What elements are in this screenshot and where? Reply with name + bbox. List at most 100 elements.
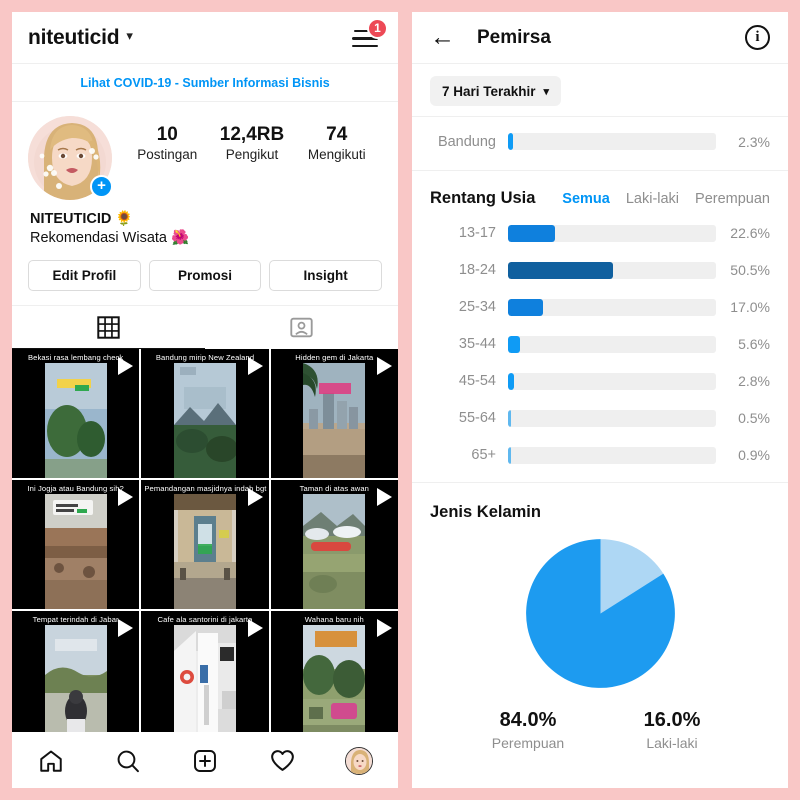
insights-topbar: ← Pemirsa i — [412, 12, 788, 64]
hamburger-line — [352, 44, 378, 48]
age-bar-track — [508, 335, 716, 353]
nav-add-post-button[interactable] — [183, 744, 227, 778]
covid-info-banner[interactable]: Lihat COVID-19 - Sumber Informasi Bisnis — [12, 64, 398, 102]
age-bar-value: 17.0% — [730, 299, 770, 315]
age-bar-fill — [508, 372, 514, 390]
thumbnail-art — [173, 494, 236, 609]
username-dropdown[interactable]: niteuticid ▾ — [28, 26, 133, 50]
chevron-down-icon: ▾ — [543, 85, 550, 98]
bio-description: Rekomendasi Wisata 🌺 — [30, 230, 190, 246]
age-bar-track — [508, 261, 716, 279]
location-bar-fill — [508, 133, 513, 150]
avatar-wrapper[interactable]: + — [28, 116, 113, 200]
grid-icon — [97, 315, 120, 339]
grid-item[interactable]: Bekasi rasa lembang check — [12, 349, 140, 478]
screenshot-stage: niteuticid ▾ 1 Lihat COVID-19 - Sumber I… — [0, 0, 800, 800]
age-bar-row: 35-44 5.6% — [430, 333, 770, 355]
grid-item[interactable]: Wahana baru nih — [270, 611, 398, 732]
stat-following[interactable]: 74 Mengikuti — [307, 124, 367, 162]
profile-stats: 10 Postingan 12,4RB Pengikut 74 Mengikut… — [112, 116, 382, 162]
nav-home-button[interactable] — [29, 744, 73, 778]
gender-section: Jenis Kelamin 84.0% Perempuan 16.0% Laki… — [412, 483, 788, 761]
age-bucket-label: 45-54 — [458, 373, 496, 389]
stat-value: 10 — [156, 124, 178, 145]
age-bar-fill — [508, 298, 544, 316]
stat-followers[interactable]: 12,4RB Pengikut — [220, 124, 284, 162]
play-icon — [377, 357, 392, 375]
post-thumbnail — [173, 363, 238, 478]
age-bar-track — [508, 446, 716, 464]
tab-semua[interactable]: Semua — [562, 191, 610, 207]
gender-pie-chart — [525, 539, 675, 688]
date-range-dropdown[interactable]: 7 Hari Terakhir ▾ — [430, 76, 562, 106]
tab-laki-laki[interactable]: Laki-laki — [626, 191, 679, 207]
post-thumbnail — [44, 363, 107, 478]
grid-item[interactable]: Taman di atas awan — [270, 480, 398, 609]
gender-pie-wrapper — [430, 536, 770, 691]
bio-display-name: NITEUTICID 🌻 — [30, 211, 134, 227]
age-bar-rows: 13-17 22.6% 18-24 50.5% 25-34 17.0% 35-44 5.6% 4… — [430, 222, 770, 466]
age-bucket-label: 13-17 — [458, 225, 496, 241]
grid-item[interactable]: Tempat terindah di Jabar — [12, 611, 140, 732]
info-glyph: i — [755, 29, 760, 45]
age-bar-row: 25-34 17.0% — [430, 296, 770, 318]
grid-item[interactable]: Pemandangan masjidnya indah bgt — [141, 480, 269, 609]
chevron-down-icon: ▾ — [126, 27, 133, 43]
add-story-button[interactable]: + — [90, 175, 113, 198]
play-icon — [118, 619, 134, 637]
play-icon — [247, 488, 263, 506]
age-bar-value: 0.9% — [738, 447, 770, 463]
tab-perempuan[interactable]: Perempuan — [695, 191, 770, 207]
age-bucket-label: 25-34 — [458, 299, 496, 315]
age-bar-fill — [508, 261, 614, 279]
profile-content-tabs — [12, 305, 398, 349]
grid-item[interactable]: Cafe ala santorini di jakarta — [141, 611, 269, 732]
age-bar-row: 65+ 0.9% — [430, 444, 770, 466]
age-bar-fill — [508, 446, 511, 464]
thumbnail-art — [44, 363, 107, 478]
search-icon — [117, 750, 139, 772]
thumbnail-art — [303, 625, 366, 732]
age-range-section: Rentang Usia Semua Laki-laki Perempuan 1… — [412, 171, 788, 482]
play-icon — [247, 619, 263, 637]
post-thumbnail — [303, 625, 366, 732]
username-label: niteuticid — [28, 25, 120, 49]
info-icon[interactable]: i — [745, 25, 770, 50]
nav-activity-button[interactable] — [260, 744, 304, 778]
location-bar-track — [508, 133, 716, 150]
age-bucket-label: 35-44 — [458, 336, 496, 352]
profile-row: + 10 Postingan 12,4RB Pengikut 74 Mengik… — [28, 116, 382, 200]
age-bar-value: 2.8% — [738, 373, 770, 389]
hamburger-menu-button[interactable]: 1 — [352, 17, 388, 50]
tab-tagged[interactable] — [205, 306, 398, 349]
stat-label: Postingan — [137, 147, 198, 162]
age-bar-value: 22.6% — [730, 225, 770, 241]
age-bar-track — [508, 409, 716, 427]
insight-button[interactable]: Insight — [269, 260, 383, 291]
grid-item[interactable]: Hidden gem di Jakarta — [270, 349, 398, 478]
profile-avatar-icon — [345, 746, 374, 775]
post-thumbnail — [303, 363, 366, 478]
promosi-button[interactable]: Promosi — [148, 260, 262, 291]
legend-value: 16.0% — [643, 709, 701, 731]
grid-item[interactable]: Bandung mirip New Zealand — [141, 349, 269, 478]
back-arrow-icon[interactable]: ← — [430, 25, 455, 50]
play-icon — [118, 357, 134, 375]
thumbnail-art — [44, 625, 107, 732]
tab-grid[interactable] — [12, 306, 205, 349]
stat-label: Mengikuti — [307, 147, 366, 162]
age-bar-value: 0.5% — [738, 410, 770, 426]
nav-profile-button[interactable] — [337, 744, 381, 778]
age-bar-track — [508, 298, 716, 316]
grid-item[interactable]: Ini Jogja atau Bandung sih? — [12, 480, 140, 609]
nav-search-button[interactable] — [106, 744, 150, 778]
location-label: Bandung — [437, 133, 496, 150]
bottom-navigation — [12, 732, 398, 788]
stat-value: 74 — [326, 124, 348, 145]
thumbnail-art — [173, 625, 236, 732]
play-icon — [377, 619, 392, 637]
stat-posts[interactable]: 10 Postingan — [137, 124, 197, 162]
edit-profile-button[interactable]: Edit Profil — [28, 260, 141, 291]
add-post-icon — [194, 749, 216, 772]
play-icon — [247, 357, 263, 375]
